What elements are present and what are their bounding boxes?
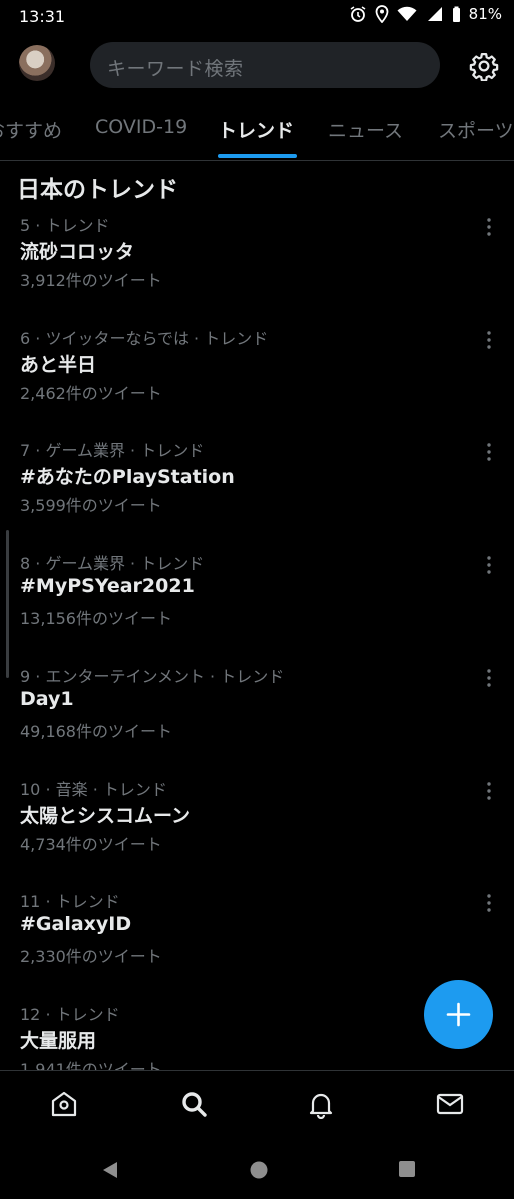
more-icon[interactable] <box>478 216 500 238</box>
signal-icon <box>427 7 442 21</box>
trend-meta: 5 · トレンド <box>20 216 110 235</box>
trend-meta: 11 · トレンド <box>20 892 120 911</box>
header: キーワード検索 <box>0 32 514 100</box>
tab-news[interactable]: ニュース <box>328 116 403 143</box>
trend-count: 49,168件のツイート <box>20 722 172 741</box>
tab-bar: おすすめ COVID-19 トレンド ニュース スポーツ <box>0 102 514 161</box>
more-icon[interactable] <box>478 329 500 351</box>
trend-name: 太陽とシスコムーン <box>20 805 191 827</box>
bell-icon[interactable] <box>306 1089 336 1119</box>
trend-count: 2,330件のツイート <box>20 947 162 966</box>
tab-sports[interactable]: スポーツ <box>438 116 514 143</box>
compose-button[interactable] <box>424 980 493 1049</box>
more-icon[interactable] <box>478 667 500 689</box>
location-icon <box>375 5 389 23</box>
avatar[interactable] <box>19 45 55 81</box>
status-time: 13:31 <box>19 7 66 26</box>
trend-meta: 7 · ゲーム業界 · トレンド <box>20 441 205 460</box>
trend-item[interactable]: 5 · トレンド 流砂コロッタ 3,912件のツイート <box>0 212 514 324</box>
tab-trends[interactable]: トレンド <box>218 116 294 143</box>
trend-item[interactable]: 10 · 音楽 · トレンド 太陽とシスコムーン 4,734件のツイート <box>0 776 514 888</box>
system-nav-bar <box>0 1140 514 1199</box>
status-bar: 13:31 81% <box>0 0 514 32</box>
tab-covid19[interactable]: COVID-19 <box>95 116 187 138</box>
section-title: 日本のトレンド <box>17 177 178 203</box>
trend-name: 大量服用 <box>20 1030 97 1052</box>
back-icon[interactable] <box>100 1160 120 1180</box>
home-circle-icon[interactable] <box>249 1160 269 1180</box>
trend-name: #GalaxyID <box>20 913 132 935</box>
trend-count: 13,156件のツイート <box>20 609 172 628</box>
trend-name: あと半日 <box>20 354 97 376</box>
scrollbar[interactable] <box>6 530 9 678</box>
trend-item[interactable]: 7 · ゲーム業界 · トレンド #あなたのPlayStation 3,599件… <box>0 437 514 549</box>
active-tab-indicator <box>218 154 297 158</box>
trend-meta: 8 · ゲーム業界 · トレンド <box>20 554 205 573</box>
trend-count: 3,599件のツイート <box>20 496 162 515</box>
status-icons: 81% <box>349 5 502 23</box>
trend-name: #MyPSYear2021 <box>20 575 195 597</box>
battery-icon <box>452 6 460 22</box>
trend-meta: 12 · トレンド <box>20 1005 120 1024</box>
battery-percent: 81% <box>468 5 502 23</box>
gear-icon[interactable] <box>469 51 499 81</box>
plus-icon <box>446 1002 471 1027</box>
wifi-icon <box>397 6 417 21</box>
trend-name: Day1 <box>20 688 74 710</box>
more-icon[interactable] <box>478 892 500 914</box>
trend-item[interactable]: 8 · ゲーム業界 · トレンド #MyPSYear2021 13,156件のツ… <box>0 550 514 662</box>
trend-item[interactable]: 6 · ツイッターならでは · トレンド あと半日 2,462件のツイート <box>0 325 514 437</box>
trend-meta: 6 · ツイッターならでは · トレンド <box>20 329 269 348</box>
more-icon[interactable] <box>478 780 500 802</box>
trend-count: 3,912件のツイート <box>20 271 162 290</box>
more-icon[interactable] <box>478 554 500 576</box>
search-placeholder: キーワード検索 <box>107 58 244 80</box>
search-icon[interactable] <box>179 1089 209 1119</box>
mail-icon[interactable] <box>435 1089 465 1119</box>
alarm-icon <box>350 6 366 22</box>
more-icon[interactable] <box>478 441 500 463</box>
trend-count: 2,462件のツイート <box>20 384 162 403</box>
trend-count: 4,734件のツイート <box>20 835 162 854</box>
bottom-nav <box>0 1070 514 1139</box>
recents-icon[interactable] <box>398 1160 416 1178</box>
trend-item[interactable]: 9 · エンターテインメント · トレンド Day1 49,168件のツイート <box>0 663 514 775</box>
trend-item[interactable]: 11 · トレンド #GalaxyID 2,330件のツイート <box>0 888 514 1000</box>
trend-name: 流砂コロッタ <box>20 241 135 263</box>
home-icon[interactable] <box>49 1089 79 1119</box>
trend-meta: 10 · 音楽 · トレンド <box>20 780 167 799</box>
trend-meta: 9 · エンターテインメント · トレンド <box>20 667 285 686</box>
tab-recommended[interactable]: おすすめ <box>0 116 62 143</box>
trend-name: #あなたのPlayStation <box>20 466 235 488</box>
search-input[interactable]: キーワード検索 <box>90 42 440 88</box>
